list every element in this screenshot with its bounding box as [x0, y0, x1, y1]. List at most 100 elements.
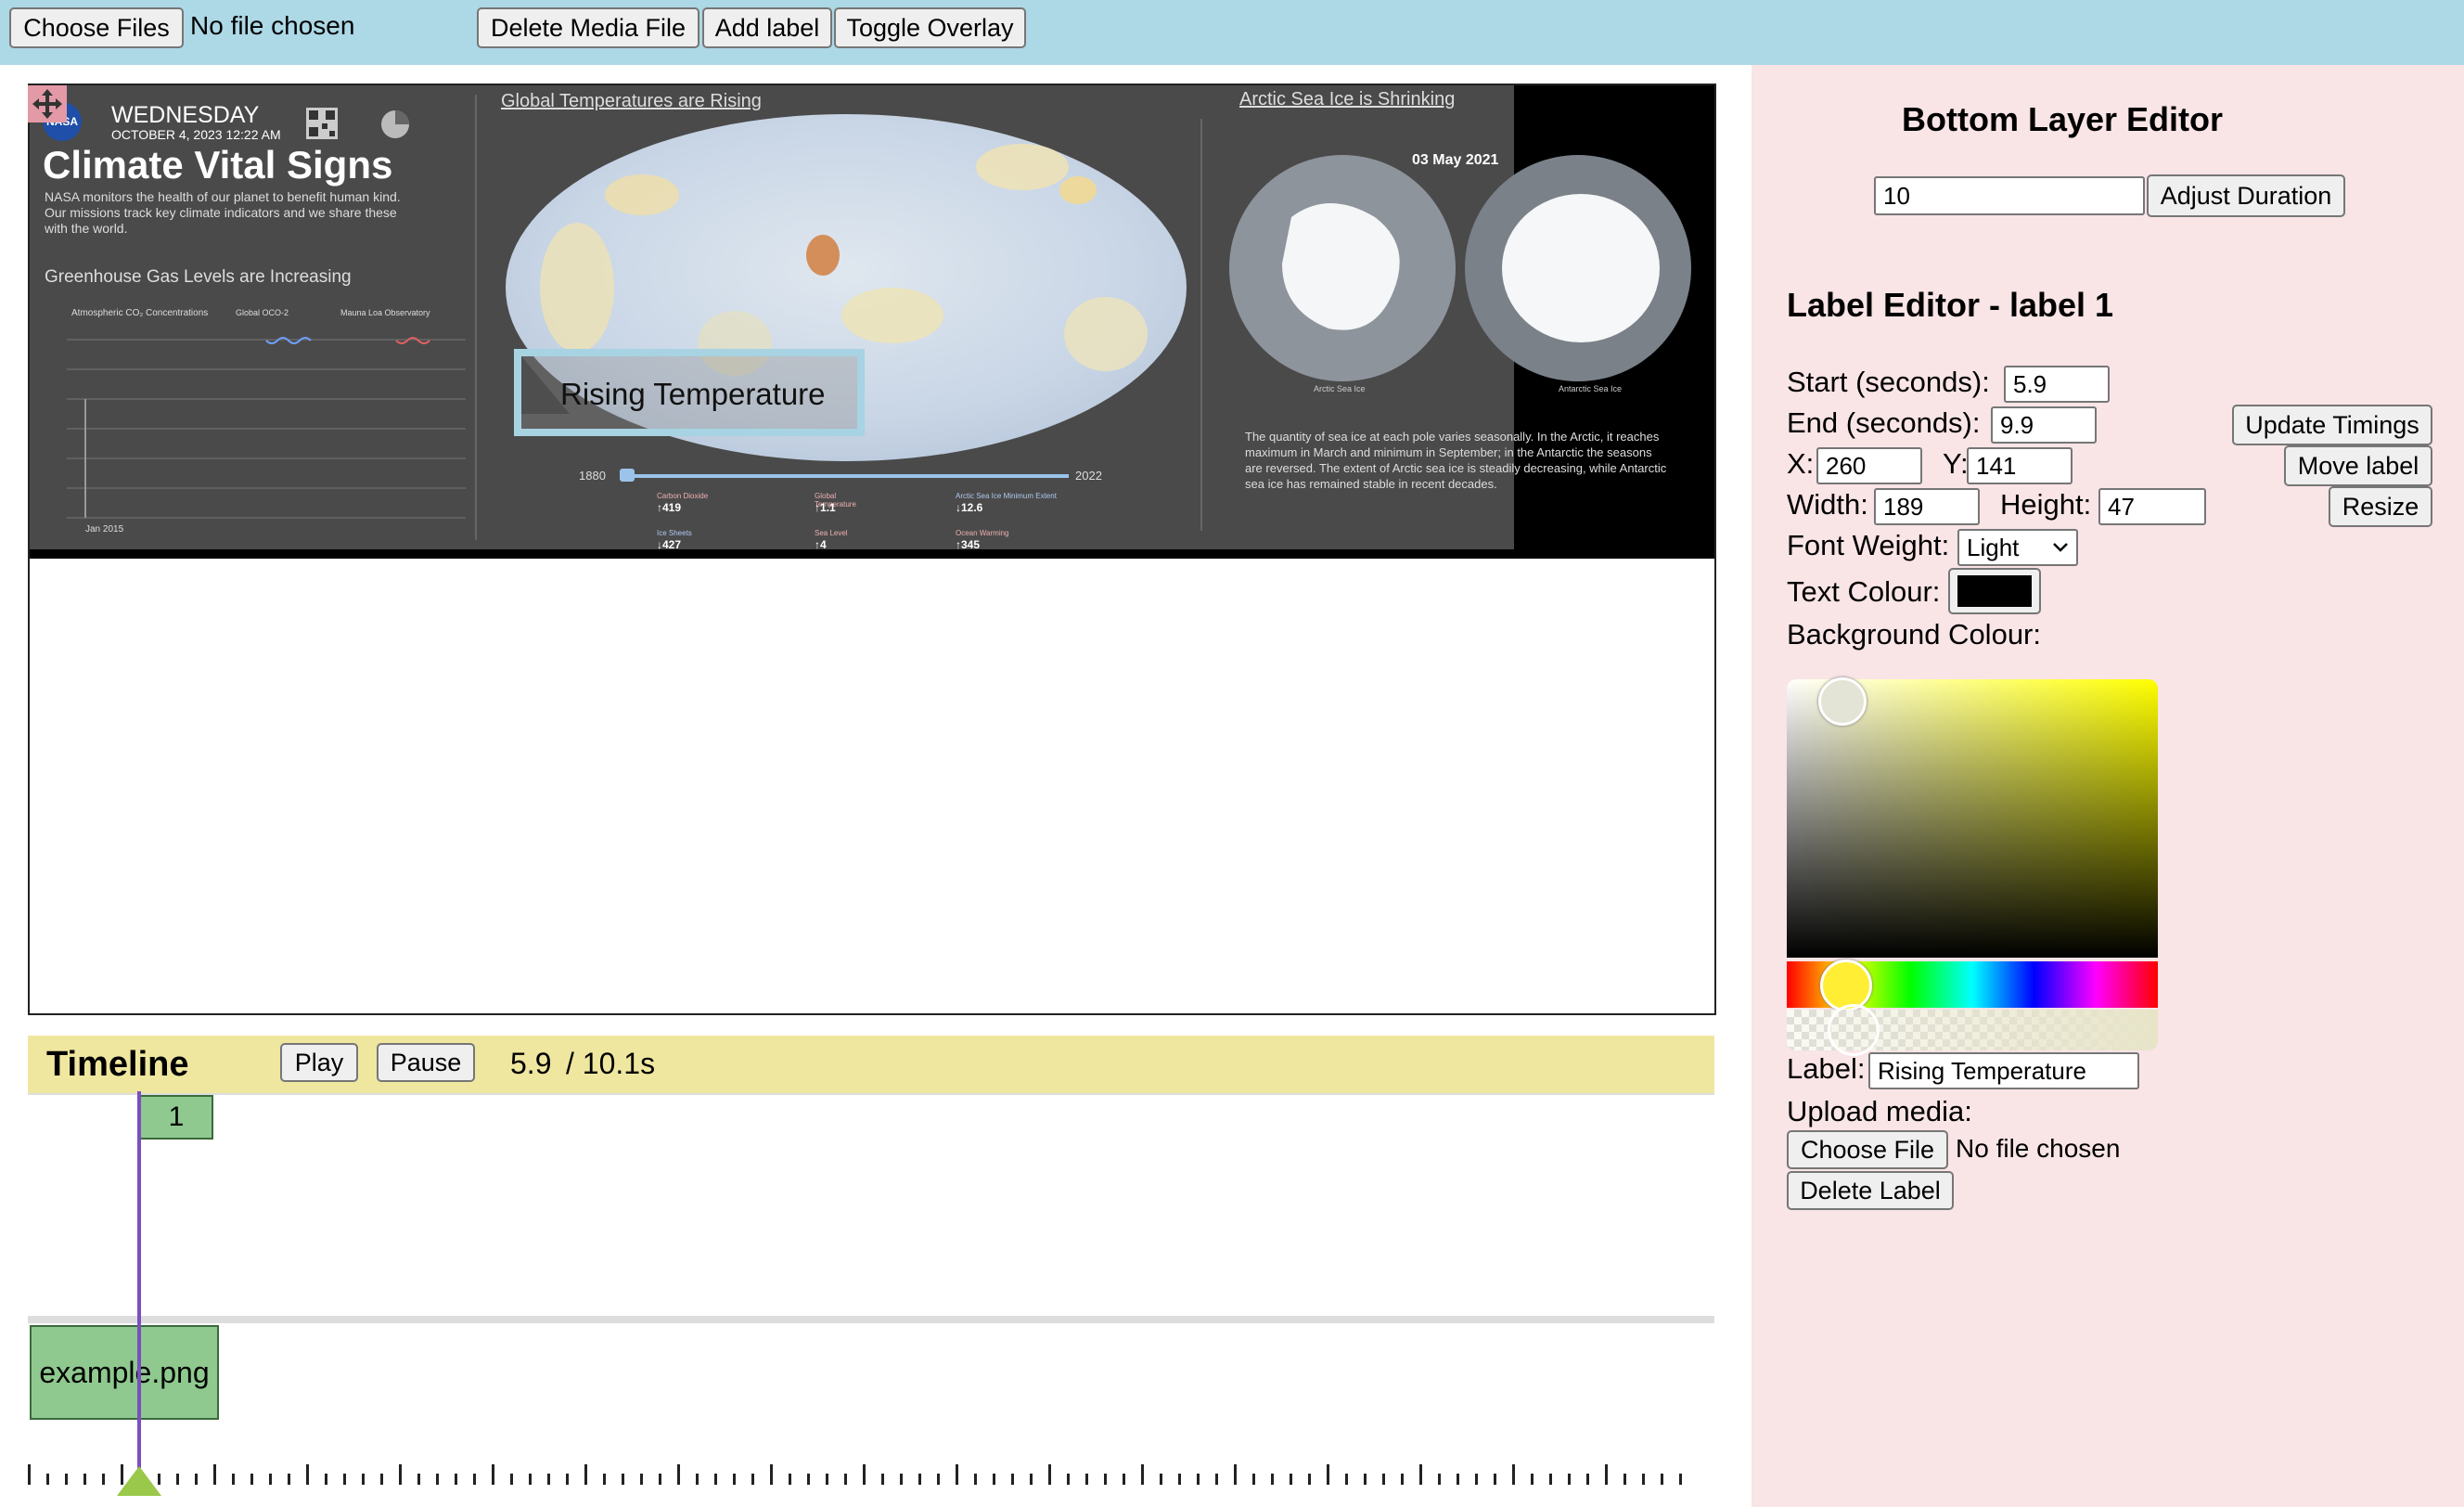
y-input[interactable]: 141 — [1967, 447, 2073, 484]
ghg-legend-2: Global OCO-2 — [236, 308, 289, 317]
label-editor-title: Label Editor - label 1 — [1787, 286, 2114, 324]
year-start: 1880 — [579, 469, 606, 483]
ruler-tick — [566, 1474, 569, 1485]
ruler-tick — [1494, 1474, 1496, 1485]
ruler-tick — [288, 1474, 290, 1485]
ruler-tick — [325, 1474, 327, 1485]
ruler-tick — [733, 1474, 736, 1485]
ghg-legend-3: Mauna Loa Observatory — [340, 308, 430, 317]
antarctic-globe — [1465, 155, 1691, 381]
ruler-tick — [1586, 1474, 1589, 1485]
ruler-tick — [65, 1474, 68, 1485]
height-label: Height: — [2000, 488, 2092, 521]
ruler-tick — [455, 1474, 457, 1485]
overlay-label-box[interactable]: Rising Temperature — [514, 349, 865, 436]
label-clip[interactable]: 1 — [139, 1095, 213, 1140]
ruler-tick — [362, 1474, 365, 1485]
ruler-tick — [826, 1474, 828, 1485]
ruler-tick — [1623, 1474, 1626, 1485]
slide-day: WEDNESDAY — [111, 102, 260, 128]
arctic-globe — [1229, 155, 1456, 381]
font-weight-select[interactable]: Light — [1957, 529, 2078, 566]
ruler-tick — [28, 1464, 31, 1485]
playhead-triangle-icon[interactable] — [115, 1464, 163, 1498]
text-colour-swatch[interactable] — [1948, 568, 2041, 614]
x-label: X: — [1787, 447, 1815, 480]
ruler-tick — [1475, 1474, 1478, 1485]
media-clip[interactable]: example.png — [30, 1325, 219, 1420]
ruler-tick — [1252, 1474, 1255, 1485]
ruler-tick — [380, 1474, 383, 1485]
start-input[interactable]: 5.9 — [2004, 366, 2110, 403]
ruler-tick — [1030, 1474, 1033, 1485]
ruler-tick — [1512, 1464, 1515, 1485]
ruler-tick — [1197, 1474, 1200, 1485]
ruler-tick — [1382, 1474, 1385, 1485]
arctic-label: Arctic Sea Ice — [1314, 384, 1366, 393]
ruler-tick — [1290, 1474, 1292, 1485]
move-handle-icon[interactable] — [28, 85, 67, 122]
hue-slider-handle[interactable] — [1820, 960, 1872, 1011]
play-button[interactable]: Play — [280, 1043, 358, 1082]
overlay-label-text: Rising Temperature — [560, 377, 826, 411]
label-text-input[interactable]: Rising Temperature — [1868, 1052, 2139, 1089]
add-label-button[interactable]: Add label — [702, 7, 832, 48]
ruler-tick — [250, 1474, 253, 1485]
choose-files-button[interactable]: Choose Files — [9, 7, 184, 48]
ruler-tick — [1327, 1464, 1329, 1485]
ruler-tick — [46, 1474, 49, 1485]
resize-button[interactable]: Resize — [2329, 486, 2432, 527]
end-input[interactable]: 9.9 — [1991, 406, 2097, 444]
choose-file-button[interactable]: Choose File — [1787, 1130, 1948, 1169]
stat-name-5: Sea Level — [815, 529, 848, 537]
ruler-tick — [1457, 1474, 1459, 1485]
stat-value-6: ↑345 — [956, 538, 981, 549]
ruler-tick — [399, 1464, 402, 1485]
slide-intro: NASA monitors the health of our planet t… — [45, 189, 401, 236]
playhead-line[interactable] — [137, 1091, 141, 1475]
delete-media-button[interactable]: Delete Media File — [477, 7, 699, 48]
ruler-tick — [343, 1474, 346, 1485]
upload-no-file-text: No file chosen — [1956, 1134, 2121, 1163]
move-label-button[interactable]: Move label — [2284, 445, 2432, 486]
time-ruler[interactable] — [28, 1457, 1714, 1485]
timeline-header: Timeline Play Pause 5.9 / 10.1s — [28, 1036, 1714, 1095]
ruler-tick — [770, 1464, 773, 1485]
stat-value-4: ↓427 — [657, 538, 682, 549]
track-divider — [28, 1316, 1714, 1323]
end-label: End (seconds): — [1787, 406, 1981, 439]
ruler-tick — [1568, 1474, 1571, 1485]
ghg-title: Greenhouse Gas Levels are Increasing — [45, 267, 352, 287]
font-weight-label: Font Weight: — [1787, 529, 1950, 561]
colour-picker-handle[interactable] — [1818, 677, 1867, 726]
font-weight-value: Light — [1967, 533, 2020, 561]
width-input[interactable]: 189 — [1874, 488, 1980, 525]
ruler-tick — [1048, 1464, 1051, 1485]
ruler-tick — [269, 1474, 272, 1485]
text-colour-label: Text Colour: — [1787, 575, 1941, 608]
year-slider[interactable] — [623, 474, 1069, 478]
ruler-tick — [584, 1464, 587, 1485]
label-text-label: Label: — [1787, 1052, 1866, 1085]
pause-button[interactable]: Pause — [377, 1043, 475, 1082]
ruler-tick — [844, 1474, 847, 1485]
toggle-overlay-button[interactable]: Toggle Overlay — [834, 7, 1026, 48]
divider — [1200, 119, 1202, 531]
ruler-tick — [417, 1474, 420, 1485]
ruler-tick — [751, 1474, 754, 1485]
total-time: / 10.1s — [566, 1047, 656, 1080]
duration-input[interactable]: 10 — [1874, 176, 2145, 215]
ice-text: The quantity of sea ice at each pole var… — [1245, 430, 1667, 491]
stat-value-5: ↑4 — [815, 538, 827, 549]
ruler-tick — [1364, 1474, 1367, 1485]
ruler-tick — [677, 1464, 680, 1485]
adjust-duration-button[interactable]: Adjust Duration — [2147, 174, 2345, 217]
height-input[interactable]: 47 — [2098, 488, 2206, 525]
year-slider-thumb[interactable] — [620, 469, 635, 482]
alpha-slider-handle[interactable] — [1828, 1004, 1880, 1056]
x-input[interactable]: 260 — [1816, 447, 1922, 484]
update-timings-button[interactable]: Update Timings — [2232, 405, 2432, 445]
ruler-tick — [918, 1474, 921, 1485]
delete-label-button[interactable]: Delete Label — [1787, 1171, 1954, 1210]
y-label: Y: — [1943, 447, 1969, 480]
